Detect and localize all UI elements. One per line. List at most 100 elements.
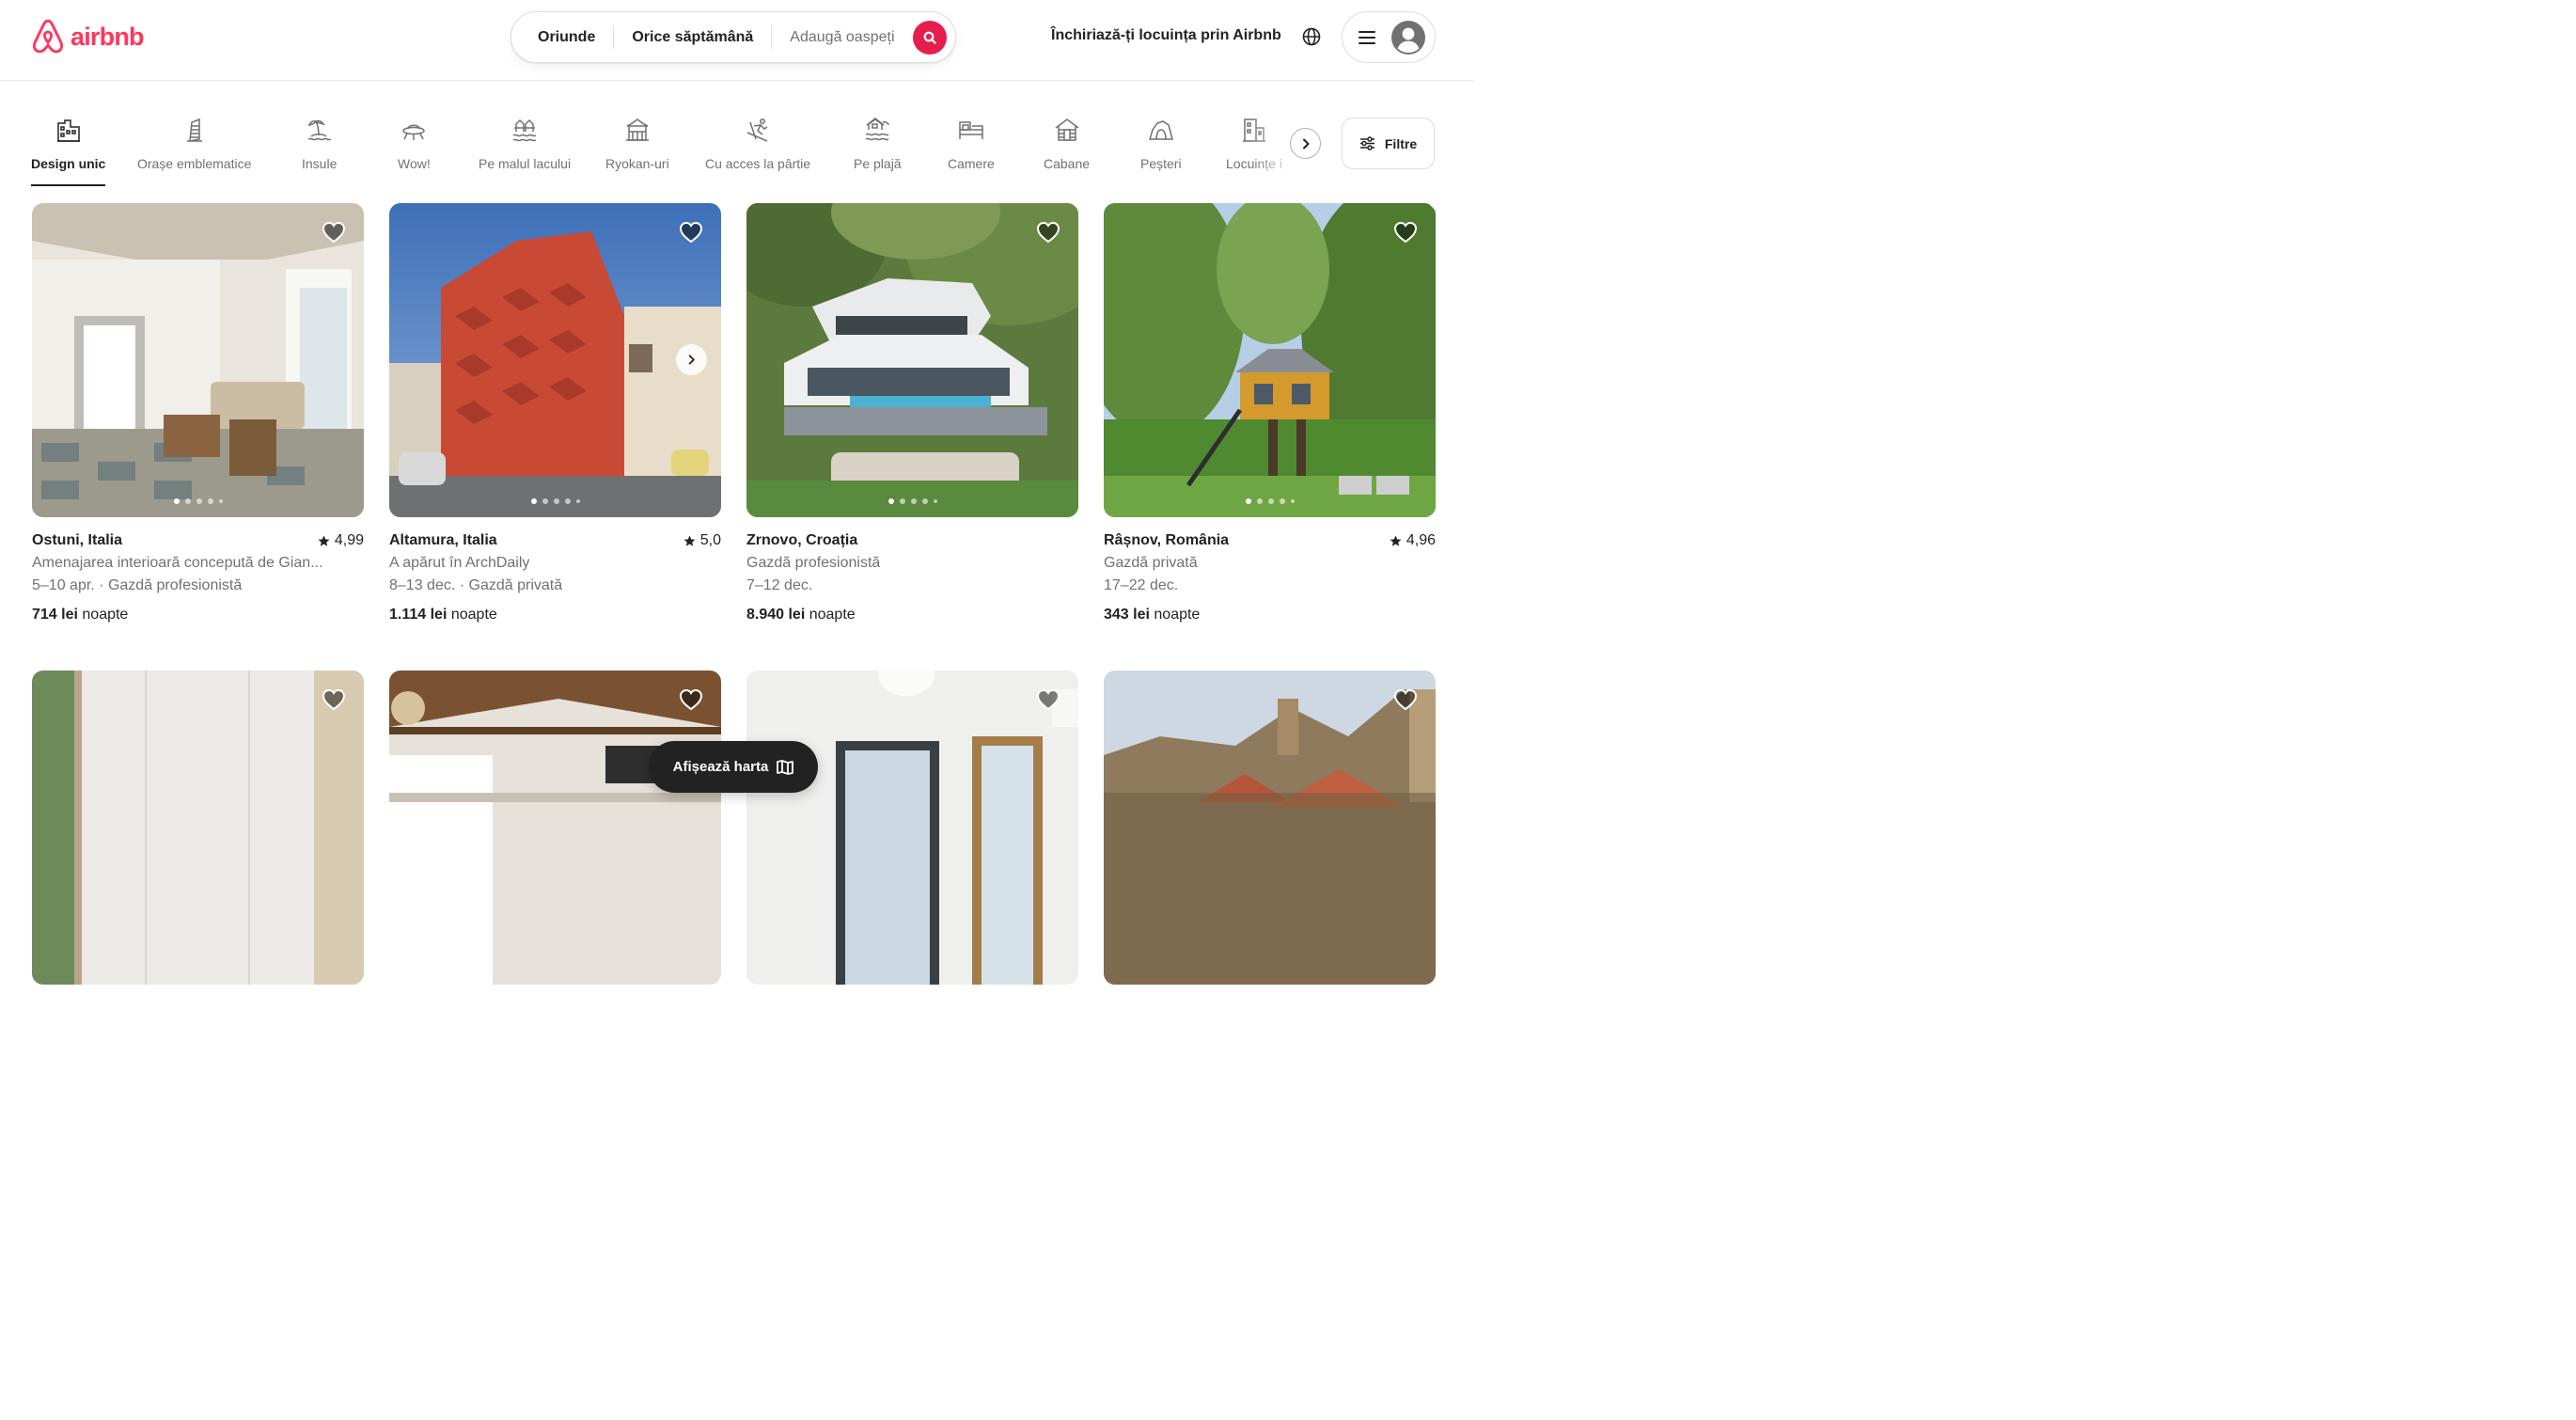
listing-dates: 8–13 dec. · Gazdă privată [389,577,563,593]
category-ryokan[interactable]: Ryokan-uri [605,117,669,186]
category-label: Ryokan-uri [605,156,669,171]
category-insule[interactable]: Insule [302,117,337,186]
price-unit: noapte [82,607,129,623]
heart-icon[interactable] [321,219,347,245]
heart-icon[interactable] [1392,686,1419,713]
listing-price: 1.114 lei noapte [389,607,497,623]
listing-image [32,671,364,985]
listing-image [389,203,721,517]
photo-pagination [389,498,721,504]
price-amount: 8.940 lei [746,607,806,623]
listing-photo[interactable] [32,203,364,517]
listing-photo[interactable] [32,671,364,985]
category-orase-emblematice[interactable]: Orașe emblematice [137,117,251,186]
listing-subtitle: Gazdă privată [1104,555,1198,571]
cave-icon [1148,120,1173,140]
listing-dates: 17–22 dec. [1104,577,1179,593]
categories-next-button[interactable] [1290,128,1321,159]
listing-photo[interactable] [1104,203,1436,517]
search-location[interactable]: Oriunde [511,29,613,46]
heart-icon[interactable] [1035,686,1061,713]
category-label: Orașe emblematice [137,156,252,171]
filters-button[interactable]: Filtre [1342,118,1435,169]
airbnb-logo[interactable]: airbnb [31,19,145,55]
star-icon [318,535,330,546]
category-wow[interactable]: Wow! [398,117,431,186]
category-pe-malul-lacului[interactable]: Pe malul lacului [479,117,571,186]
lake-icon [512,118,537,142]
map-icon [777,759,794,775]
search-dates[interactable]: Orice săptămână [614,29,771,46]
sliders-icon [1359,136,1374,150]
photo-pagination [746,498,1078,504]
listing-image [1104,203,1436,517]
photo-pagination [32,498,364,504]
star-icon [1390,535,1402,546]
listing-image [1104,671,1436,985]
heart-icon[interactable] [678,686,704,713]
filters-label: Filtre [1384,135,1418,151]
show-map-label: Afișează harta [672,759,769,775]
category-label: Cu acces la pârtie [705,156,811,171]
category-label: Peșteri [1140,156,1182,171]
rating-value: 4,99 [334,532,364,548]
ufo-icon [402,124,426,140]
listing-dates: 5–10 apr. · Gazdă profesionistă [32,577,243,593]
category-pe-plaja[interactable]: Pe plajă [854,117,902,186]
design-icon [56,119,80,142]
chevron-right-icon [688,355,695,365]
search-guests[interactable]: Adaugă oaspeți [772,29,912,46]
listing-photo[interactable] [746,671,1078,985]
search-bar[interactable]: Oriunde Orice săptămână Adaugă oaspeți [510,11,956,63]
listing-photo[interactable] [1104,671,1436,985]
listing-location: Ostuni, Italia [32,532,123,548]
category-design-unic[interactable]: Design unic [31,117,106,186]
photo-pagination [1104,498,1436,504]
listing-location: Zrnovo, Croația [746,532,858,548]
price-unit: noapte [450,607,497,623]
listing-dates: 7–12 dec. [746,577,813,593]
listing-photo[interactable] [746,203,1078,517]
cabin-icon [1055,118,1078,141]
heart-icon[interactable] [678,219,704,245]
chevron-right-icon [1302,138,1309,149]
price-unit: noapte [1154,607,1201,623]
category-pesteri[interactable]: Peșteri [1140,117,1182,186]
ryokan-icon [625,118,649,141]
hamburger-icon [1359,30,1375,44]
heart-icon[interactable] [1392,219,1419,245]
beach-icon [865,118,890,141]
listing-subtitle: A apărut în ArchDaily [389,555,530,571]
heart-icon[interactable] [321,686,347,713]
listing-image [746,671,1078,985]
tower-icon [186,118,202,142]
listing-photo[interactable] [389,203,721,517]
category-cabane[interactable]: Cabane [1044,117,1090,186]
price-amount: 343 lei [1104,607,1150,623]
user-menu-button[interactable] [1342,11,1436,63]
category-label: Wow! [398,156,431,171]
listing-photo[interactable] [389,671,721,985]
category-label: Pe malul lacului [479,156,572,171]
listing-location: Râșnov, România [1104,532,1230,548]
star-icon [683,535,696,546]
category-label: Pe plajă [854,156,902,171]
brand-name: airbnb [71,22,145,51]
search-icon [923,31,936,44]
top-header: airbnb Oriunde Orice săptămână Adaugă oa… [0,0,1474,81]
category-camere[interactable]: Camere [948,117,995,186]
show-map-button[interactable]: Afișează harta [649,741,818,793]
next-photo-button[interactable] [676,344,707,375]
become-host-link[interactable]: Închiriază-ți locuința prin Airbnb [1051,27,1281,44]
listing-subtitle: Gazdă profesionistă [746,555,881,571]
category-acces-partie[interactable]: Cu acces la pârtie [705,117,810,186]
category-label: Insule [302,156,338,171]
listing-rating: 4,96 [1390,532,1436,549]
globe-icon[interactable] [1301,26,1322,47]
bed-icon [959,121,983,139]
search-button[interactable] [913,21,947,55]
rating-value: 4,96 [1406,532,1436,548]
listing-rating: 5,0 [683,532,721,549]
listing-price: 714 lei noapte [32,607,128,623]
heart-icon[interactable] [1035,219,1061,245]
